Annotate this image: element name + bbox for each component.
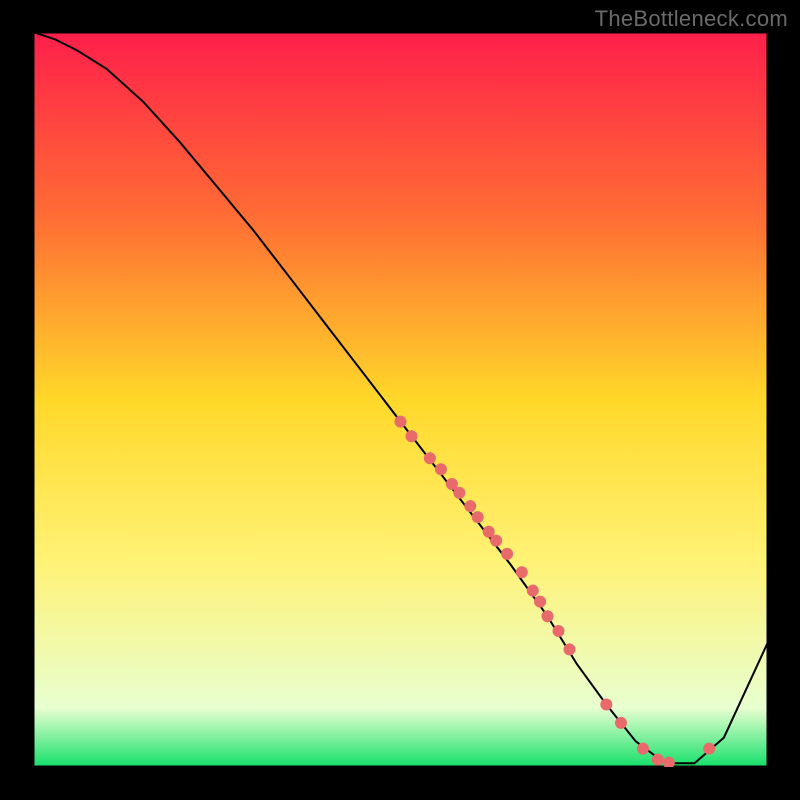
highlight-point xyxy=(424,452,436,464)
highlight-point xyxy=(406,430,418,442)
highlight-point xyxy=(395,416,407,428)
highlight-point xyxy=(542,610,554,622)
bottleneck-chart xyxy=(33,32,768,767)
highlight-point xyxy=(553,625,565,637)
chart-container: TheBottleneck.com xyxy=(0,0,800,800)
heatmap-background xyxy=(33,32,768,767)
highlight-point xyxy=(527,585,539,597)
highlight-point xyxy=(534,596,546,608)
highlight-point xyxy=(564,643,576,655)
highlight-point xyxy=(600,699,612,711)
highlight-point xyxy=(501,548,513,560)
highlight-point xyxy=(490,535,502,547)
highlight-point xyxy=(637,743,649,755)
highlight-point xyxy=(615,717,627,729)
plot-area xyxy=(33,32,768,767)
highlight-point xyxy=(652,754,664,766)
watermark-label: TheBottleneck.com xyxy=(595,6,788,32)
highlight-point xyxy=(464,500,476,512)
highlight-point xyxy=(703,743,715,755)
highlight-point xyxy=(516,566,528,578)
highlight-point xyxy=(472,511,484,523)
highlight-point xyxy=(435,463,447,475)
highlight-point xyxy=(453,487,465,499)
